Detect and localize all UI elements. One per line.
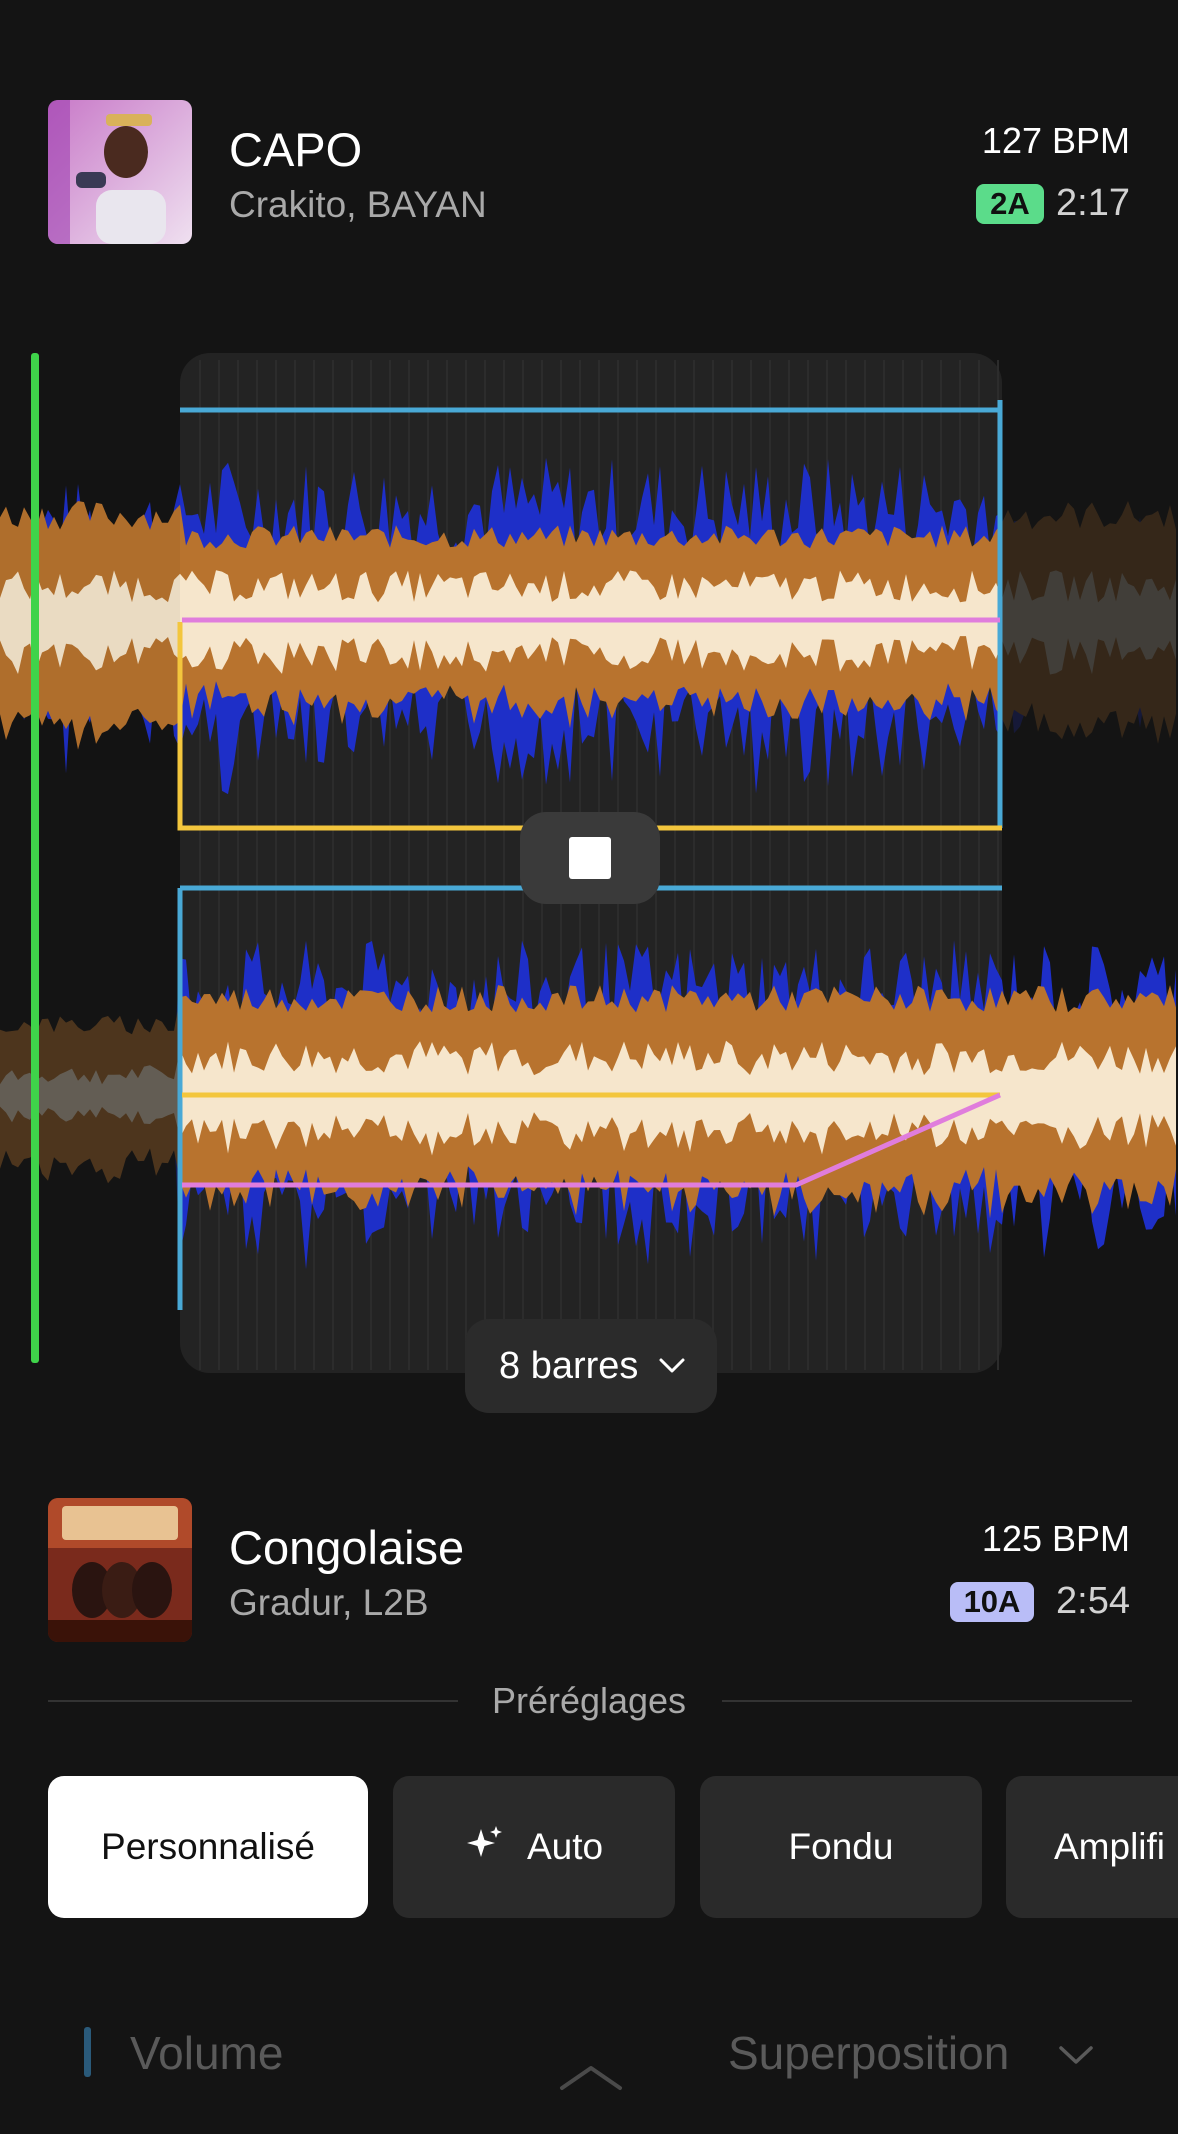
- presets-heading: Préréglages: [491, 1680, 687, 1721]
- preset-custom[interactable]: Personnalisé: [48, 1776, 368, 1918]
- track-a-artist: Crakito, BAYAN: [229, 184, 487, 225]
- preset-fade[interactable]: Fondu: [700, 1776, 982, 1918]
- preset-label: Auto: [526, 1826, 604, 1867]
- track-a-cover-art: [48, 100, 192, 244]
- preset-label: Amplifi: [1054, 1826, 1166, 1867]
- playhead[interactable]: [31, 353, 39, 1363]
- track-b-header[interactable]: Congolaise Gradur, L2B 125 BPM 10A 2:54: [0, 1498, 1178, 1648]
- track-a-title: CAPO: [229, 123, 363, 176]
- track-b-cover-art: [48, 1498, 192, 1642]
- transition-length-dropdown[interactable]: 8 barres: [465, 1319, 717, 1413]
- track-b-artist: Gradur, L2B: [229, 1582, 429, 1623]
- track-a-bpm: 127 BPM: [981, 120, 1130, 161]
- preset-label: Personnalisé: [101, 1826, 315, 1867]
- chevron-down-icon: [659, 1358, 685, 1373]
- track-a-key-badge: 2A: [976, 184, 1044, 224]
- mode-dropdown[interactable]: Superposition: [728, 2026, 1009, 2080]
- track-a-duration: 2:17: [1056, 182, 1130, 224]
- sparkle-icon: [465, 1823, 505, 1872]
- preset-boost[interactable]: Amplifi: [1006, 1776, 1178, 1918]
- track-a-header[interactable]: CAPO Crakito, BAYAN 127 BPM 2A 2:17: [0, 100, 1178, 250]
- track-b-key-badge: 10A: [950, 1582, 1034, 1622]
- track-b-duration: 2:54: [1056, 1580, 1130, 1622]
- stop-icon: [569, 837, 611, 879]
- volume-indicator: [84, 2027, 91, 2077]
- preset-label: Fondu: [788, 1826, 894, 1867]
- transition-length-label: 8 barres: [499, 1345, 639, 1387]
- chevron-up-icon[interactable]: [556, 2060, 626, 2096]
- parameter-volume[interactable]: Volume: [130, 2026, 283, 2080]
- chevron-down-icon[interactable]: [1056, 2040, 1096, 2070]
- track-b-title: Congolaise: [229, 1521, 465, 1574]
- preset-auto[interactable]: Auto: [393, 1776, 675, 1918]
- track-b-bpm: 125 BPM: [981, 1518, 1130, 1559]
- stop-button[interactable]: [520, 812, 660, 904]
